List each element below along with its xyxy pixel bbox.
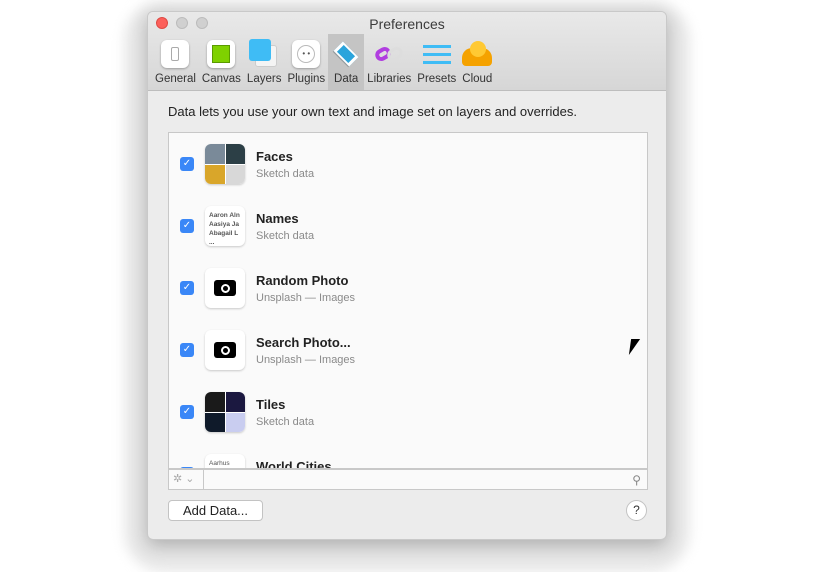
item-name: Faces: [256, 149, 293, 164]
checkbox[interactable]: ✓: [180, 405, 194, 419]
tab-cloud[interactable]: Cloud: [459, 34, 495, 90]
tab-canvas[interactable]: Canvas: [199, 34, 244, 90]
tab-data[interactable]: Data: [328, 34, 365, 90]
tab-label: General: [155, 73, 196, 85]
checkbox[interactable]: ✓: [180, 281, 194, 295]
preview-line: Aasiya Ja: [209, 221, 239, 228]
item-source: Unsplash — Images: [256, 354, 356, 366]
window-title: Preferences: [369, 16, 445, 32]
sliders-icon: [422, 39, 452, 69]
faces-thumbnail: [205, 144, 245, 184]
plug-icon: • •: [291, 39, 321, 69]
tab-layers[interactable]: Layers: [244, 34, 285, 90]
list-item[interactable]: ✓ Random Photo Unsplash — Images: [169, 257, 647, 319]
camera-icon: [205, 268, 245, 308]
preferences-window: Preferences General Canvas Layers • • Plu…: [147, 11, 667, 540]
preview-line: ...: [209, 239, 215, 246]
tab-label: Canvas: [201, 73, 241, 85]
preview-line: Aarhus: [209, 460, 230, 467]
layers-icon: [249, 39, 279, 69]
item-source: Unsplash — Images: [256, 292, 356, 304]
tab-general[interactable]: General: [152, 34, 199, 90]
description: Data lets you use your own text and imag…: [168, 104, 577, 119]
names-thumbnail: Aaron Aln Aasiya Ja Abagail L...: [205, 206, 245, 246]
cities-thumbnail: Aarhus: [205, 454, 245, 468]
data-list: ✓ Faces Sketch data ✓ Aaron Aln Aasiya Ja Aba…: [168, 132, 648, 469]
search-icon: ⚲: [632, 472, 641, 487]
item-name: World Cities: [256, 459, 332, 469]
search-input[interactable]: [204, 470, 633, 489]
checkbox[interactable]: ✓: [180, 157, 194, 171]
tiles-thumbnail: [205, 392, 245, 432]
add-data-button[interactable]: Add Data...: [168, 500, 263, 521]
item-name: Random Photo: [256, 273, 349, 288]
preview-line: Aaron Aln: [209, 212, 240, 219]
link-icon: [373, 39, 406, 69]
item-name: Search Photo...: [256, 335, 351, 350]
preview-line: Abagail L: [209, 230, 239, 237]
checkbox[interactable]: ✓: [180, 343, 194, 357]
tab-label: Data: [334, 73, 359, 85]
tab-label: Libraries: [367, 73, 412, 85]
tab-libraries[interactable]: Libraries: [364, 34, 414, 90]
data-icon: [331, 39, 361, 69]
search-bar: ✲ ⌄ ⚲: [168, 469, 648, 490]
item-source: Sketch data: [256, 416, 315, 428]
cloud-icon: [462, 39, 493, 69]
item-name: Tiles: [256, 397, 286, 412]
item-name: Names: [256, 211, 299, 226]
tab-plugins[interactable]: • • Plugins: [284, 34, 328, 90]
tab-label: Plugins: [287, 73, 326, 85]
tab-label: Layers: [246, 73, 282, 85]
tab-label: Presets: [417, 73, 457, 85]
list-item[interactable]: ✓ Search Photo... Unsplash — Images: [169, 319, 647, 381]
item-source: Sketch data: [256, 230, 315, 242]
tab-label: Cloud: [462, 73, 493, 85]
list-item[interactable]: ✓ Tiles Sketch data: [169, 381, 647, 443]
checkbox[interactable]: ✓: [180, 219, 194, 233]
toolbar: Preferences General Canvas Layers • • Plu…: [148, 12, 666, 91]
item-source: Sketch data: [256, 168, 315, 180]
gear-menu-button[interactable]: ✲ ⌄: [169, 470, 204, 489]
toggle-icon: [160, 39, 190, 69]
list-item[interactable]: ✓AarhusWorld Cities: [169, 443, 647, 469]
list-item[interactable]: ✓ Aaron Aln Aasiya Ja Abagail L... Names Sket…: [169, 195, 647, 257]
list-item[interactable]: ✓ Faces Sketch data: [169, 133, 647, 195]
camera-icon: [205, 330, 245, 370]
help-button[interactable]: ?: [626, 500, 647, 521]
canvas-icon: [206, 39, 236, 69]
tab-presets[interactable]: Presets: [414, 34, 459, 90]
